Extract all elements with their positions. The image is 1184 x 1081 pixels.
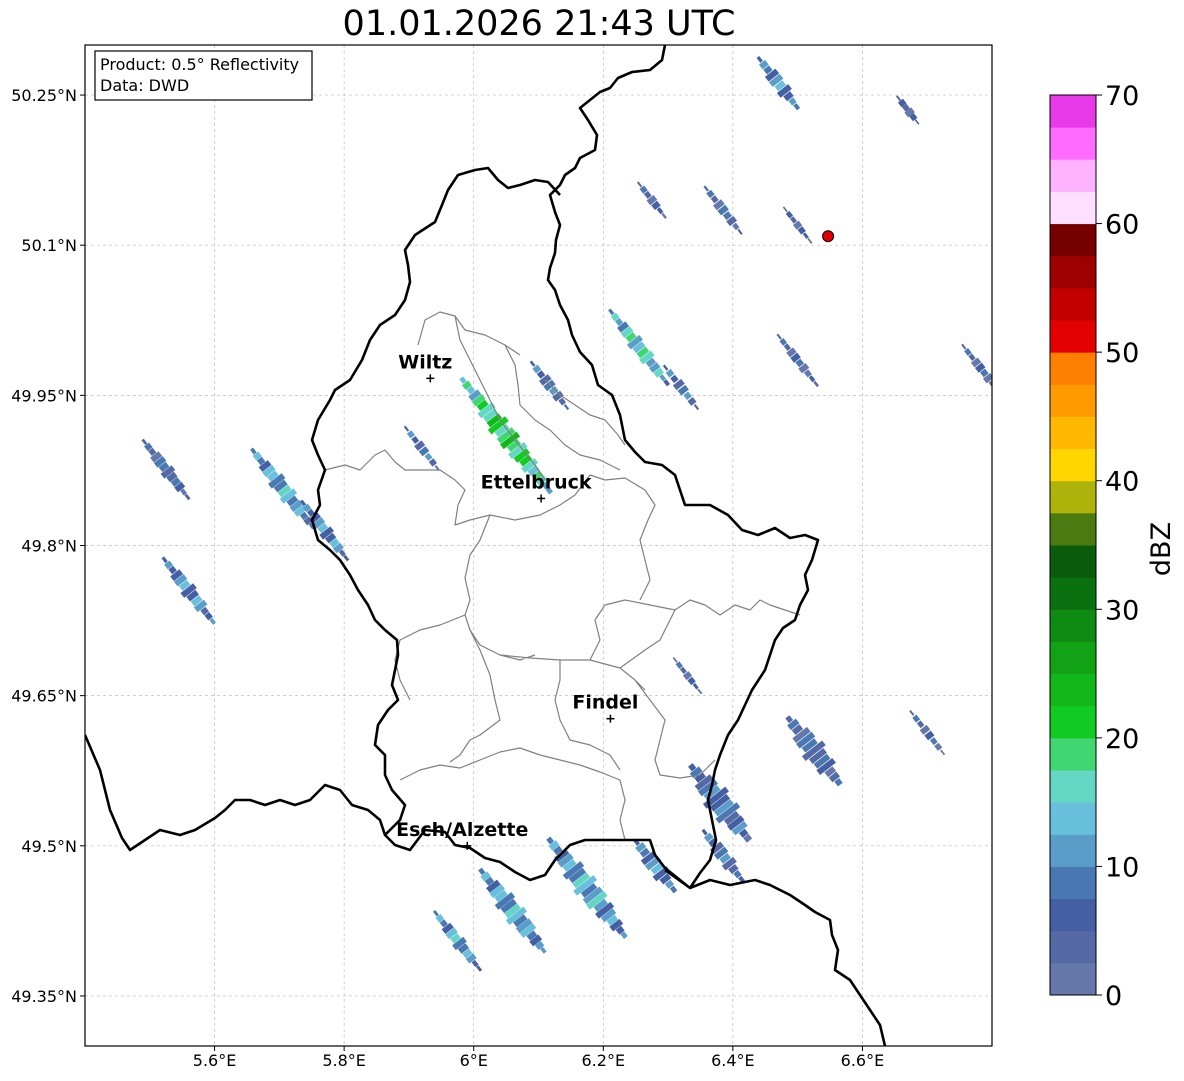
lat-tick-label: 49.35°N <box>11 987 77 1006</box>
colorbar-tick-label: 20 <box>1105 724 1139 755</box>
colorbar-swatch <box>1050 416 1096 450</box>
colorbar-swatch <box>1050 609 1096 642</box>
lon-tick-label: 5.8°E <box>322 1051 366 1070</box>
colorbar-swatch <box>1050 127 1096 160</box>
colorbar-swatch <box>1050 577 1096 610</box>
colorbar-swatch <box>1050 287 1096 321</box>
colorbar-swatch <box>1050 962 1096 996</box>
colorbar-swatch <box>1050 191 1096 225</box>
colorbar-tick-label: 40 <box>1105 467 1139 498</box>
colorbar-swatch <box>1050 802 1096 835</box>
lat-tick-label: 49.8°N <box>21 537 77 556</box>
lon-tick-label: 6.4°E <box>711 1051 755 1070</box>
lat-tick-label: 49.65°N <box>11 687 77 706</box>
lon-tick-label: 5.6°E <box>193 1051 237 1070</box>
colorbar-swatch <box>1050 384 1096 417</box>
colorbar-swatch <box>1050 448 1096 482</box>
info-box: Product: 0.5° Reflectivity Data: DWD <box>94 50 313 101</box>
lat-tick-label: 49.95°N <box>11 386 77 405</box>
data-source-label: Data: DWD <box>100 76 189 95</box>
colorbar-swatch <box>1050 898 1096 932</box>
radar-map-figure: Wiltz Ettelbruck Findel Esch/Alzette 5.6°E 5… <box>11 44 1177 1070</box>
colorbar-tick-label: 10 <box>1105 852 1139 883</box>
echo-gate <box>993 385 1000 392</box>
colorbar-tick-label: 0 <box>1105 981 1122 1012</box>
colorbar-swatch <box>1050 95 1096 128</box>
colorbar-swatch <box>1050 223 1096 257</box>
colorbar-swatch <box>1050 545 1096 578</box>
city-label: Wiltz <box>398 351 452 373</box>
colorbar-swatch <box>1050 641 1096 675</box>
lat-tick-label: 50.1°N <box>21 236 77 255</box>
city-label: Findel <box>572 692 638 714</box>
lon-tick-label: 6.6°E <box>841 1051 885 1070</box>
colorbar-swatch <box>1050 480 1096 514</box>
lon-tick-label: 6.2°E <box>582 1051 626 1070</box>
colorbar-swatch <box>1050 930 1096 964</box>
city-label: Esch/Alzette <box>396 819 528 841</box>
colorbar-swatch <box>1050 866 1096 900</box>
colorbar-tick-label: 70 <box>1105 81 1139 112</box>
colorbar-tick-label: 60 <box>1105 210 1139 241</box>
colorbar-tick-label: 50 <box>1105 338 1139 369</box>
colorbar-swatch <box>1050 512 1096 546</box>
colorbar-swatch <box>1050 834 1096 867</box>
colorbar: 0 10 20 30 40 50 60 70 <box>1049 81 1139 1012</box>
colorbar-swatch <box>1050 770 1096 803</box>
lat-tick-label: 49.5°N <box>21 837 77 856</box>
colorbar-tick-label: 30 <box>1105 595 1139 626</box>
colorbar-swatch <box>1050 673 1096 707</box>
colorbar-swatch <box>1050 255 1096 289</box>
colorbar-swatch <box>1050 159 1096 192</box>
product-label: Product: 0.5° Reflectivity <box>100 55 299 74</box>
echo-gate <box>998 391 1004 397</box>
colorbar-swatch <box>1050 737 1096 771</box>
colorbar-swatch <box>1050 320 1096 353</box>
lat-tick-label: 50.25°N <box>11 86 77 105</box>
lon-tick-label: 6°E <box>460 1051 488 1070</box>
colorbar-swatch <box>1050 705 1096 739</box>
colorbar-label: dBZ <box>1146 522 1177 576</box>
radar-site-marker <box>822 230 835 243</box>
city-label: Ettelbruck <box>481 471 592 493</box>
colorbar-swatch <box>1050 352 1096 385</box>
